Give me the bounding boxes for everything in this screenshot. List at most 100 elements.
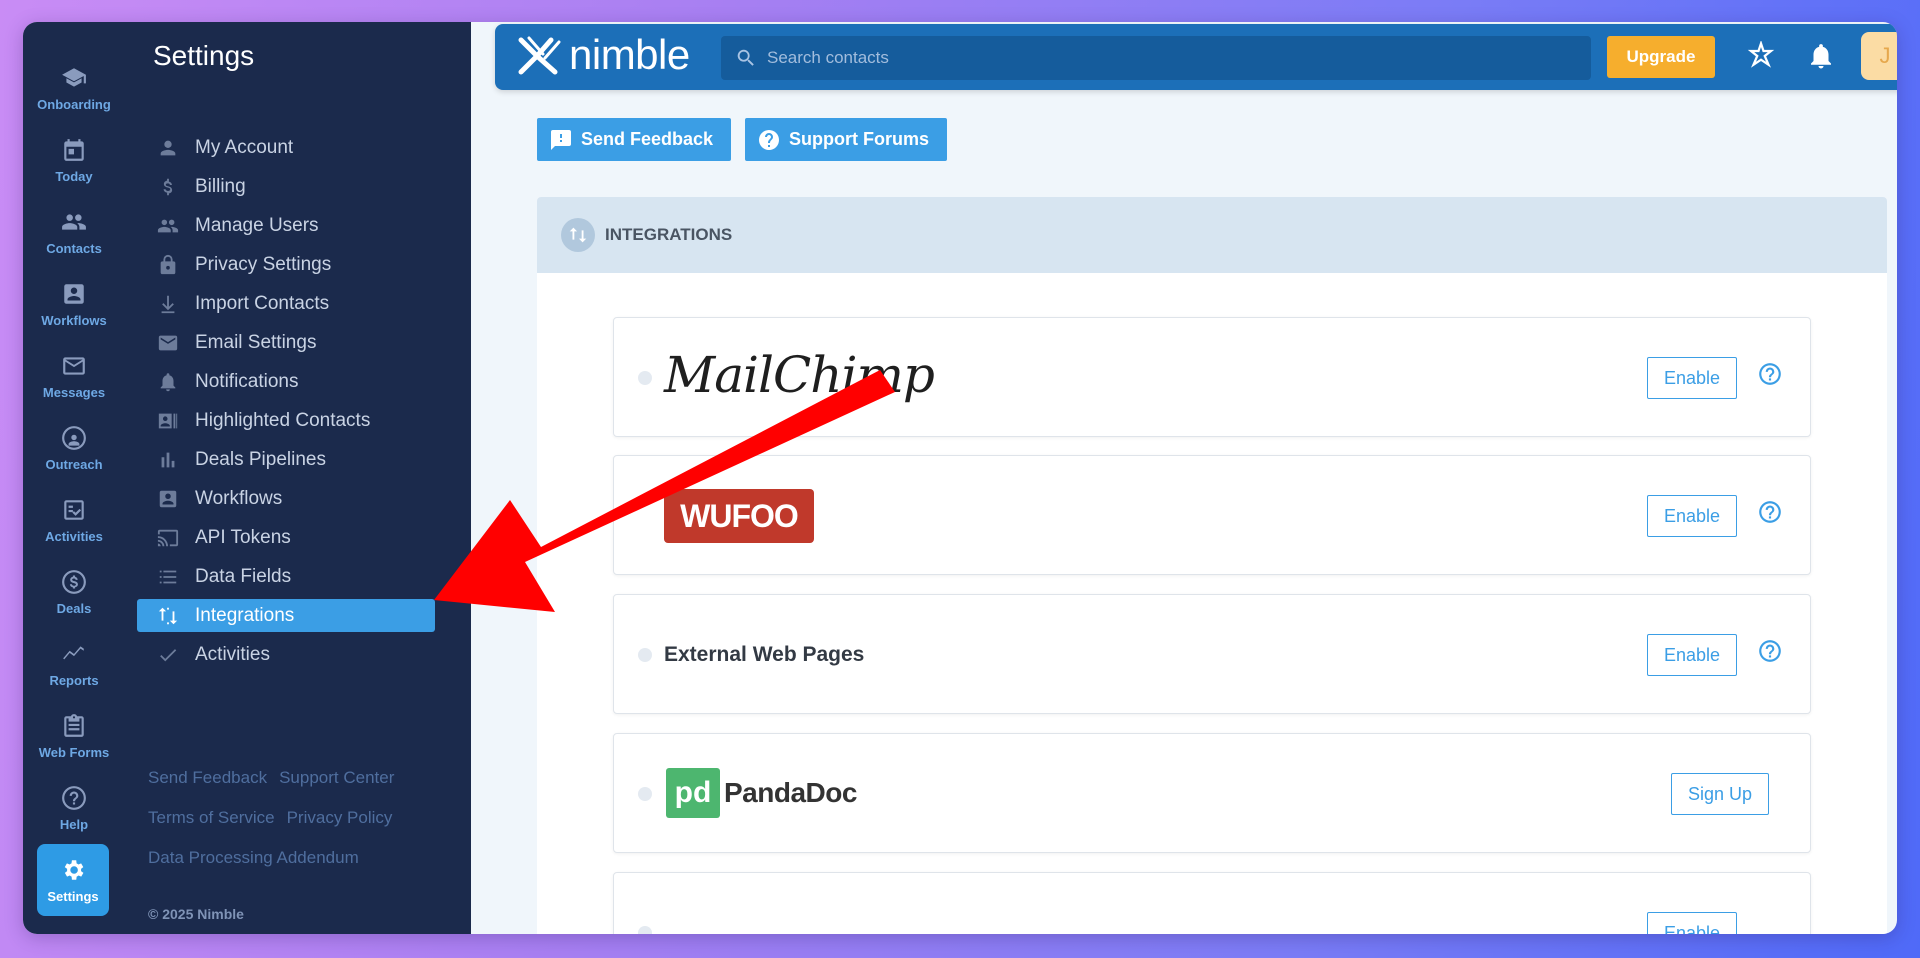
bell-icon[interactable]: [1806, 41, 1836, 71]
envelope-icon: [63, 356, 85, 375]
rail-label: Activities: [45, 528, 103, 544]
rail-label: Deals: [56, 600, 92, 616]
enable-button[interactable]: Enable: [1647, 357, 1738, 399]
rail-item-settings[interactable]: Settings: [37, 844, 109, 916]
footer-terms-link[interactable]: Terms of Service: [148, 808, 275, 828]
primary-nav-rail: Onboarding Today Contacts Workflows Mess…: [23, 22, 125, 934]
settings-item-label: Privacy Settings: [195, 253, 332, 275]
rail-label: Reports: [49, 672, 99, 688]
integration-card-mailchimp: MailChimp Enable: [613, 317, 1811, 437]
rail-item-activities[interactable]: Activities: [23, 484, 125, 556]
wufoo-logo: WUFOO: [664, 489, 814, 543]
upgrade-button[interactable]: Upgrade: [1607, 36, 1715, 78]
help-circle-icon[interactable]: [1757, 638, 1783, 664]
pandadoc-logo-text: PandaDoc: [724, 777, 857, 808]
calendar-icon: [64, 138, 84, 161]
rail-item-today[interactable]: Today: [23, 124, 125, 196]
settings-item-label: My Account: [195, 136, 294, 158]
pandadoc-logo-mark: pd: [666, 768, 720, 818]
settings-item-privacy-settings[interactable]: Privacy Settings: [125, 245, 471, 284]
rail-label: Onboarding: [37, 96, 111, 112]
settings-sidebar: Settings My Account Billing Manage Users…: [125, 22, 471, 934]
send-feedback-button[interactable]: Send Feedback: [537, 118, 732, 161]
person-icon: [160, 140, 176, 155]
app-window: Onboarding Today Contacts Workflows Mess…: [23, 22, 1897, 934]
rail-label: Messages: [42, 384, 106, 400]
settings-item-deals-pipelines[interactable]: Deals Pipelines: [125, 440, 471, 479]
search-box: [721, 36, 1591, 80]
outreach-icon: [62, 425, 86, 450]
support-forums-label: Support Forums: [789, 129, 929, 149]
check-icon: [160, 648, 177, 661]
status-dot: [638, 787, 652, 801]
list-icon: [159, 570, 177, 583]
question-icon: [62, 785, 86, 810]
settings-item-label: Activities: [195, 643, 270, 665]
nimble-logo[interactable]: nimble: [515, 33, 690, 77]
settings-item-activities[interactable]: Activities: [125, 635, 471, 674]
settings-item-my-account[interactable]: My Account: [125, 128, 471, 167]
nimble-prospector-icon[interactable]: [1746, 39, 1776, 71]
gear-icon: [64, 859, 84, 880]
rail-item-workflows[interactable]: Workflows: [23, 268, 125, 340]
settings-item-label: Email Settings: [195, 331, 317, 353]
status-dot: [638, 648, 652, 662]
enable-button[interactable]: Enable: [1647, 912, 1738, 934]
envelope-icon: [158, 335, 178, 350]
swap-icon: [561, 218, 595, 252]
rail-item-onboarding[interactable]: Onboarding: [23, 52, 125, 124]
dollar-icon: [163, 178, 173, 195]
settings-item-notifications[interactable]: Notifications: [125, 362, 471, 401]
help-circle-icon[interactable]: [1757, 361, 1783, 387]
rail-item-messages[interactable]: Messages: [23, 340, 125, 412]
search-input[interactable]: [767, 48, 1567, 68]
checklist-icon: [64, 499, 84, 520]
settings-item-label: Integrations: [195, 604, 295, 626]
integration-card-external-web-pages: External Web Pages Enable: [613, 594, 1811, 714]
clipboard-icon: [64, 713, 84, 737]
settings-item-data-fields[interactable]: Data Fields: [125, 557, 471, 596]
logo-text: nimble: [569, 31, 690, 78]
settings-item-import-contacts[interactable]: Import Contacts: [125, 284, 471, 323]
sign-up-button[interactable]: Sign Up: [1671, 773, 1770, 815]
integration-card-phone-burner: Enable: [613, 872, 1811, 934]
settings-item-manage-users[interactable]: Manage Users: [125, 206, 471, 245]
contact-card-icon: [64, 283, 84, 304]
rail-item-deals[interactable]: Deals: [23, 556, 125, 628]
rail-item-outreach[interactable]: Outreach: [23, 412, 125, 484]
enable-button[interactable]: Enable: [1647, 495, 1738, 537]
cast-icon: [157, 529, 179, 546]
settings-footer: Send Feedback Support Center Terms of Se…: [148, 768, 468, 888]
footer-privacy-link[interactable]: Privacy Policy: [287, 808, 393, 828]
settings-item-label: API Tokens: [195, 526, 291, 548]
settings-item-email-settings[interactable]: Email Settings: [125, 323, 471, 362]
settings-title: Settings: [153, 40, 255, 71]
settings-item-highlighted-contacts[interactable]: Highlighted Contacts: [125, 401, 471, 440]
help-circle-icon: [759, 129, 779, 150]
integrations-panel: INTEGRATIONS MailChimp Enable WUFOO Enab…: [537, 197, 1887, 934]
rail-item-contacts[interactable]: Contacts: [23, 196, 125, 268]
main-content: nimble Upgrade J Send Feedback Support F…: [471, 22, 1897, 934]
download-icon: [161, 295, 175, 313]
footer-dpa-link[interactable]: Data Processing Addendum: [148, 848, 359, 868]
footer-support-center-link[interactable]: Support Center: [279, 768, 394, 788]
footer-send-feedback-link[interactable]: Send Feedback: [148, 768, 267, 788]
enable-button[interactable]: Enable: [1647, 634, 1738, 676]
rail-item-web-forms[interactable]: Web Forms: [23, 700, 125, 772]
avatar[interactable]: J: [1861, 32, 1897, 80]
support-forums-button[interactable]: Support Forums: [745, 118, 947, 161]
settings-item-label: Deals Pipelines: [195, 448, 326, 470]
integration-name: External Web Pages: [664, 643, 865, 666]
contact-card-icon: [159, 490, 177, 507]
rail-item-reports[interactable]: Reports: [23, 628, 125, 700]
send-feedback-label: Send Feedback: [581, 129, 714, 149]
help-circle-icon[interactable]: [1757, 499, 1783, 525]
search-icon: [737, 49, 754, 66]
settings-item-api-tokens[interactable]: API Tokens: [125, 518, 471, 557]
settings-item-label: Import Contacts: [195, 292, 330, 314]
settings-item-workflows[interactable]: Workflows: [125, 479, 471, 518]
settings-item-billing[interactable]: Billing: [125, 167, 471, 206]
people-icon: [62, 213, 86, 230]
settings-item-integrations[interactable]: Integrations: [137, 599, 435, 632]
rail-item-help[interactable]: Help: [23, 772, 125, 844]
